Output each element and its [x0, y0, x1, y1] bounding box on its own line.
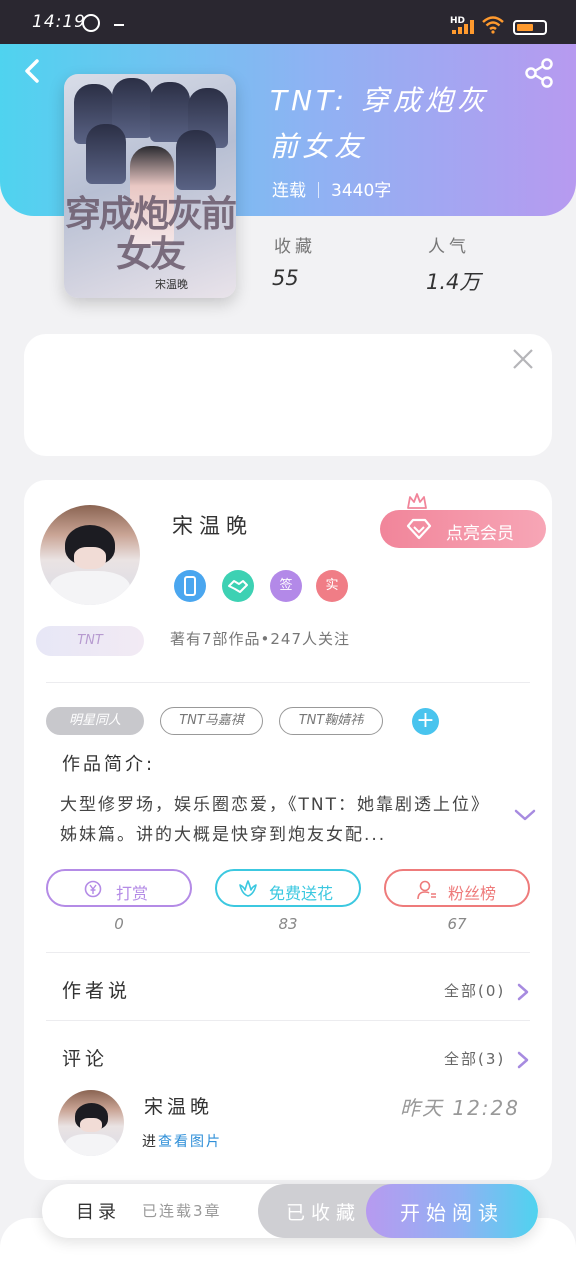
author-name[interactable]: 宋温晚 [172, 510, 253, 540]
phone-badge-icon[interactable] [174, 570, 206, 602]
app-notification-icon [82, 14, 100, 32]
commenter-avatar[interactable] [58, 1090, 124, 1156]
battery-icon [513, 20, 547, 35]
serial-status: 连载 [272, 181, 306, 201]
fan-count: 67 [447, 915, 467, 933]
yen-icon [84, 880, 102, 898]
author-notes-all-link[interactable]: 全部(0) [444, 980, 505, 1001]
divider [46, 682, 530, 683]
favorites-label: 收藏 [274, 237, 316, 257]
commenter-name[interactable]: 宋温晚 [144, 1092, 213, 1119]
status-time: 14:19 [32, 12, 86, 32]
send-flower-button[interactable]: 免费送花 [215, 869, 361, 907]
comments-label: 评论 [62, 1048, 109, 1070]
comments-all-link[interactable]: 全部(3) [444, 1048, 505, 1069]
chevron-right-icon[interactable] [516, 982, 530, 1002]
user-rank-icon [417, 880, 436, 900]
book-meta: 连载 3440字 [272, 176, 391, 201]
cover-title: 穿成炮灰前女友 [64, 193, 236, 275]
chevron-down-icon[interactable] [512, 806, 538, 824]
add-tag-button[interactable]: + [412, 708, 439, 735]
author-notes-label: 作者说 [62, 980, 132, 1002]
sim-icon [114, 18, 124, 26]
flower-count: 83 [278, 915, 298, 933]
divider [46, 1020, 530, 1021]
handshake-badge-icon[interactable] [222, 570, 254, 602]
cover-author: 宋温晚 [155, 278, 188, 291]
signed-badge[interactable]: 签 [270, 570, 302, 602]
author-avatar[interactable] [40, 505, 140, 605]
tip-button[interactable]: 打赏 [46, 869, 192, 907]
toc-button[interactable]: 目录 [76, 1198, 120, 1224]
chapters-count: 已连载3章 [142, 1202, 222, 1220]
intro-text: 大型修罗场，娱乐圈恋爱，《TNT：她靠剧透上位》姊妹篇。讲的大概是快穿到炮友女配… [60, 795, 490, 845]
tip-count: 0 [114, 915, 124, 933]
close-icon[interactable] [510, 346, 536, 372]
status-bar: 14:19 HD [0, 0, 576, 44]
popularity-value: 1.4万 [426, 270, 481, 294]
divider [46, 952, 530, 953]
popularity-label: 人气 [428, 237, 470, 257]
diamond-icon [406, 518, 432, 540]
tag-item[interactable]: TNT马嘉祺 [160, 707, 263, 735]
intro-label: 作品简介: [62, 754, 156, 775]
start-reading-button[interactable]: 开始阅读 [366, 1184, 538, 1238]
crown-icon [407, 493, 427, 509]
signal-icon [452, 20, 474, 34]
real-name-badge[interactable]: 实 [316, 570, 348, 602]
book-title: TNT: 穿成炮灰 前女友 [270, 84, 489, 163]
author-works-info: 著有7部作品•247人关注 [170, 630, 351, 648]
favorites-value: 55 [272, 266, 299, 290]
comment-time: 昨天 12:28 [400, 1096, 520, 1120]
tag-item[interactable]: 明星同人 [46, 707, 144, 735]
wifi-icon [482, 16, 504, 34]
ad-banner[interactable] [24, 334, 552, 456]
word-count: 3440字 [331, 181, 392, 201]
vip-button[interactable]: 点亮会员 [380, 510, 546, 548]
comment-text: 进查看图片 [142, 1134, 222, 1150]
fan-ranking-button[interactable]: 粉丝榜 [384, 869, 530, 907]
fan-tag: TNT [36, 626, 144, 656]
tag-item[interactable]: TNT鞠婧祎 [279, 707, 383, 735]
flower-icon [239, 880, 257, 897]
chevron-right-icon[interactable] [516, 1050, 530, 1070]
bottom-action-bar: 目录 已连载3章 已收藏 开始阅读 [42, 1184, 538, 1238]
back-arrow-icon[interactable] [18, 56, 48, 86]
view-image-link[interactable]: 查看图片 [158, 1134, 222, 1150]
book-cover[interactable]: 穿成炮灰前女友 宋温晚 [64, 74, 236, 298]
